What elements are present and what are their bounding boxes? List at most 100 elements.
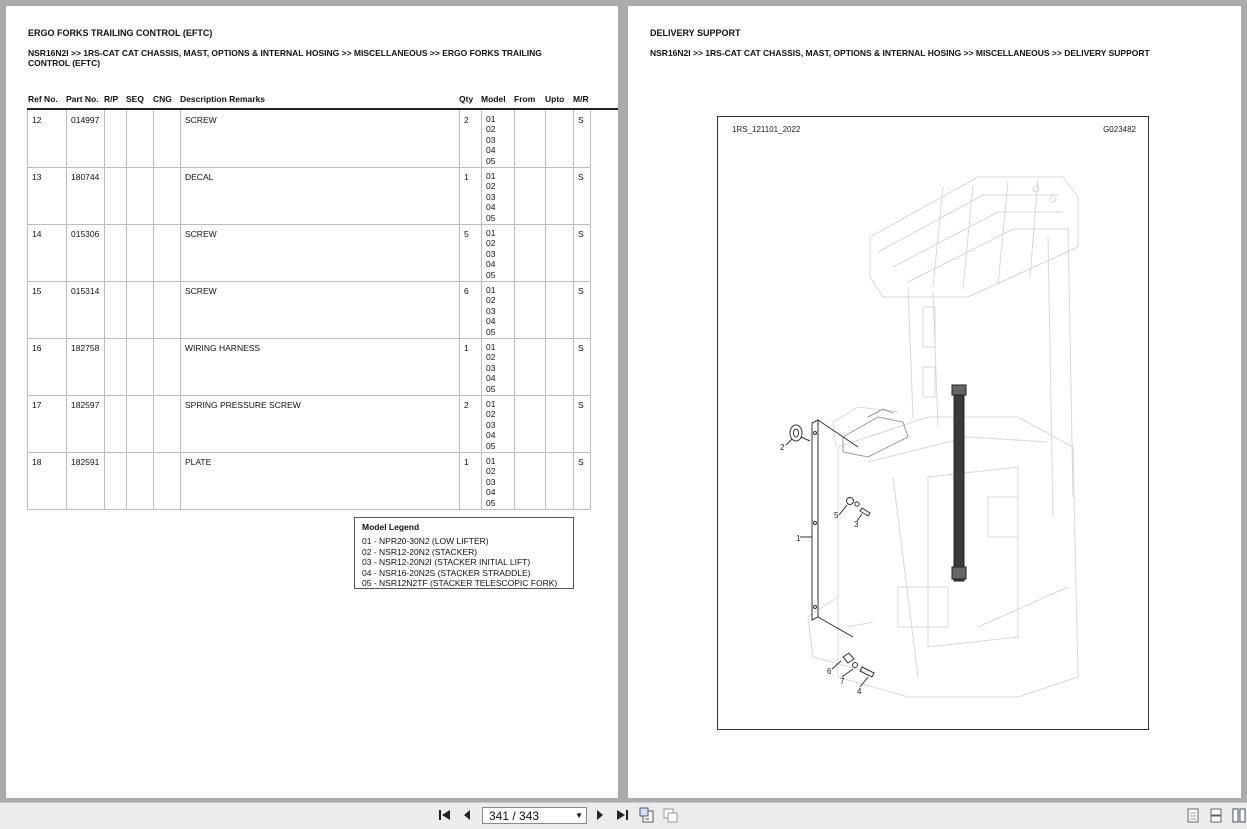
cell-qty: 1 <box>460 338 482 395</box>
table-row: 15 015314 SCREW 6 01 02 03 04 05 S <box>27 281 591 339</box>
last-page-icon[interactable] <box>613 806 631 824</box>
cell-from <box>515 110 546 167</box>
model-code: 04 <box>486 259 496 270</box>
cell-description: SCREW <box>181 224 460 281</box>
cell-rp <box>105 395 127 452</box>
model-code: 01 <box>486 342 496 352</box>
table-row: 16 182758 WIRING HARNESS 1 01 02 03 04 05 S <box>27 338 591 396</box>
page-number-select[interactable]: 341 / 343 ▼ <box>482 807 587 824</box>
left-page: ERGO FORKS TRAILING CONTROL (EFTC) NSR16… <box>6 6 618 798</box>
model-code: 02 <box>486 352 496 363</box>
column-header-mr: M/R <box>573 94 589 104</box>
cell-qty: 2 <box>460 395 482 452</box>
page-title: DELIVERY SUPPORT <box>650 28 741 38</box>
legend-item: 01 - NPR20-30N2 (LOW LIFTER) <box>362 536 489 546</box>
legend-item: 03 - NSR12-20N2I (STACKER INITIAL LIFT) <box>362 557 531 567</box>
cell-rp <box>105 110 127 167</box>
cell-qty: 6 <box>460 281 482 338</box>
model-code: 05 <box>486 326 496 337</box>
cell-part-no: 015306 <box>67 224 105 281</box>
cell-model: 01 02 03 04 05 <box>482 395 515 452</box>
model-code: 03 <box>486 419 496 430</box>
model-code: 05 <box>486 212 496 223</box>
cell-ref: 17 <box>28 395 67 452</box>
model-code: 05 <box>486 269 496 280</box>
cell-seq <box>127 224 154 281</box>
cell-cng <box>154 338 181 395</box>
cell-upto <box>546 110 574 167</box>
model-code: 03 <box>486 476 496 487</box>
cell-rp <box>105 167 127 224</box>
model-code: 02 <box>486 409 496 420</box>
cell-qty: 1 <box>460 452 482 509</box>
model-code: 01 <box>486 114 496 124</box>
column-header-rp: R/P <box>104 94 119 104</box>
copy-icon[interactable] <box>662 806 680 824</box>
cell-part-no: 015314 <box>67 281 105 338</box>
cell-model: 01 02 03 04 05 <box>482 167 515 224</box>
model-code: 03 <box>486 305 496 316</box>
callout-2: 2 <box>780 443 785 452</box>
cell-part-no: 014997 <box>67 110 105 167</box>
previous-page-icon[interactable] <box>458 806 476 824</box>
page-title: ERGO FORKS TRAILING CONTROL (EFTC) <box>28 28 213 38</box>
cell-part-no: 182758 <box>67 338 105 395</box>
continuous-view-icon[interactable] <box>1210 808 1223 823</box>
cell-description: WIRING HARNESS <box>181 338 460 395</box>
model-code: 01 <box>486 399 496 409</box>
cell-description: DECAL <box>181 167 460 224</box>
cell-cng <box>154 224 181 281</box>
cell-cng <box>154 452 181 509</box>
callout-3: 3 <box>854 520 859 529</box>
model-code: 04 <box>486 487 496 498</box>
model-code: 01 <box>486 228 496 238</box>
cell-mr: S <box>574 395 591 452</box>
cell-rp <box>105 452 127 509</box>
model-code: 03 <box>486 362 496 373</box>
cell-model: 01 02 03 04 05 <box>482 452 515 509</box>
model-code: 05 <box>486 155 496 166</box>
single-page-view-icon[interactable] <box>1187 808 1200 823</box>
cell-qty: 1 <box>460 167 482 224</box>
model-legend: Model Legend 01 - NPR20-30N2 (LOW LIFTER… <box>354 517 574 589</box>
cell-ref: 12 <box>28 110 67 167</box>
cell-seq <box>127 167 154 224</box>
table-row: 13 180744 DECAL 1 01 02 03 04 05 S <box>27 167 591 225</box>
cell-ref: 14 <box>28 224 67 281</box>
model-code: 02 <box>486 295 496 306</box>
table-row: 17 182597 SPRING PRESSURE SCREW 2 01 02 03 04 05… <box>27 395 591 453</box>
cell-part-no: 182597 <box>67 395 105 452</box>
cell-description: SCREW <box>181 281 460 338</box>
legend-title: Model Legend <box>362 522 420 532</box>
cell-part-no: 182591 <box>67 452 105 509</box>
cell-ref: 15 <box>28 281 67 338</box>
cell-cng <box>154 167 181 224</box>
rotate-icon[interactable] <box>638 806 656 824</box>
model-code: 01 <box>486 456 496 466</box>
breadcrumb-line-2: CONTROL (EFTC) <box>28 58 101 68</box>
model-code: 01 <box>486 171 496 181</box>
cell-mr: S <box>574 452 591 509</box>
model-code: 04 <box>486 373 496 384</box>
parts-diagram: 1RS_121101_2022 G023482 1 2 3 4 5 6 7 <box>717 116 1149 730</box>
column-header-cng: CNG <box>153 94 172 104</box>
exploded-view-drawing: 1 2 3 4 5 6 7 <box>780 176 1079 698</box>
chevron-down-icon: ▼ <box>575 811 583 820</box>
column-header-description: Description Remarks <box>180 94 266 104</box>
two-page-view-icon[interactable] <box>1232 808 1246 823</box>
cell-mr: S <box>574 281 591 338</box>
callout-4: 4 <box>857 687 862 696</box>
table-row: 18 182591 PLATE 1 01 02 03 04 05 S <box>27 452 591 510</box>
cell-description: SPRING PRESSURE SCREW <box>181 395 460 452</box>
first-page-icon[interactable] <box>436 806 454 824</box>
model-code: 02 <box>486 124 496 135</box>
model-code: 05 <box>486 440 496 451</box>
model-code: 05 <box>486 497 496 508</box>
cell-model: 01 02 03 04 05 <box>482 110 515 167</box>
column-header-part: Part No. <box>66 94 99 104</box>
next-page-icon[interactable] <box>591 806 609 824</box>
column-header-qty: Qty <box>459 94 474 104</box>
table-row: 12 014997 SCREW 2 01 02 03 04 05 S <box>27 110 591 168</box>
cell-upto <box>546 281 574 338</box>
cell-upto <box>546 167 574 224</box>
